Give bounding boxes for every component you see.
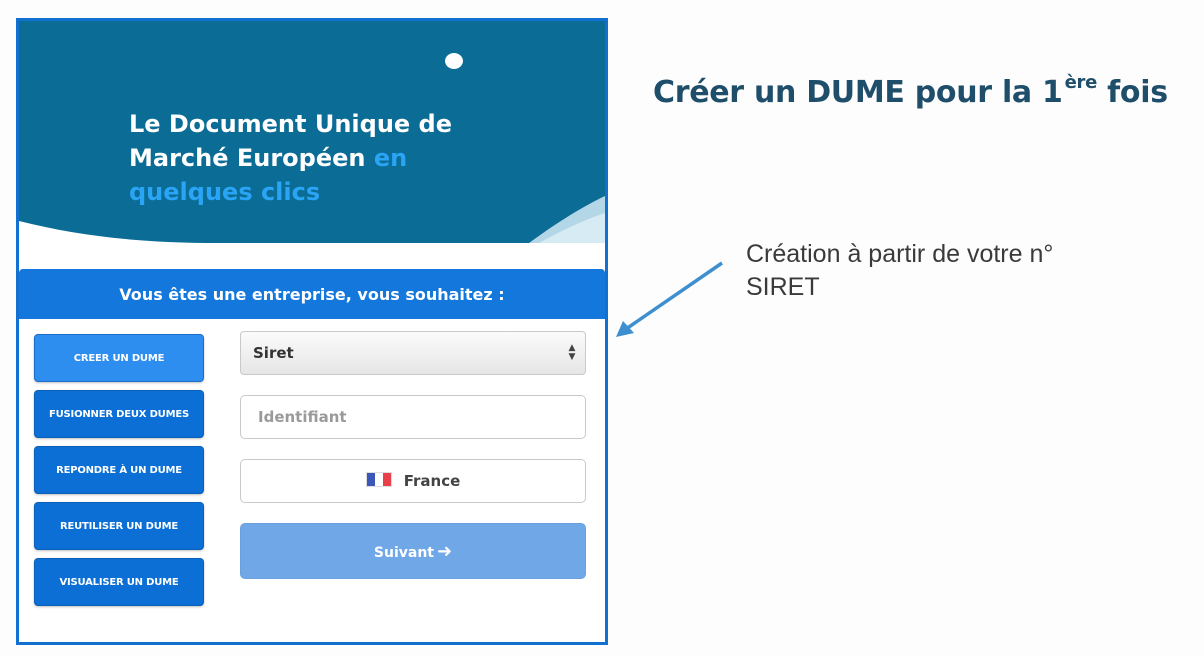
- creation-form: Siret ▲ ▼ Identifiant France Suivant ➜: [240, 331, 586, 579]
- identifier-input[interactable]: Identifiant: [240, 395, 586, 439]
- slide-title-end: fois: [1107, 75, 1168, 110]
- action-menu: CREER UN DUME FUSIONNER DEUX DUMES REPON…: [34, 334, 206, 614]
- identifier-placeholder: Identifiant: [258, 408, 347, 426]
- next-button[interactable]: Suivant ➜: [240, 523, 586, 579]
- pointer-arrow-icon: [616, 261, 723, 337]
- hero-title: Le Document Unique de Marché Européen en…: [129, 107, 529, 209]
- select-arrows-icon: ▲ ▼: [568, 343, 576, 362]
- france-flag-icon: [365, 472, 392, 487]
- hero-banner: Le Document Unique de Marché Européen en…: [19, 21, 605, 243]
- app-screenshot-frame: Le Document Unique de Marché Européen en…: [16, 18, 608, 645]
- panel-header: Vous êtes une entreprise, vous souhaitez…: [19, 269, 605, 319]
- reuse-dume-button[interactable]: REUTILISER UN DUME: [34, 502, 204, 550]
- slide-title: Créer un DUME pour la 1 ère fois: [653, 72, 1168, 110]
- slide-caption: Création à partir de votre n° SIRET: [746, 240, 1054, 301]
- slide-title-text: Créer un DUME pour la 1: [653, 75, 1063, 110]
- country-label: France: [403, 472, 461, 490]
- create-dume-button[interactable]: CREER UN DUME: [34, 334, 204, 382]
- next-button-label: Suivant: [373, 545, 434, 561]
- id-type-select[interactable]: Siret ▲ ▼: [240, 331, 586, 375]
- slide-title-superscript: ère: [1064, 72, 1098, 93]
- hero-dot: [445, 53, 463, 69]
- country-selector[interactable]: France: [240, 459, 586, 503]
- arrow-right-icon: ➜: [437, 541, 453, 562]
- id-type-selected-value: Siret: [253, 344, 294, 362]
- merge-dumes-button[interactable]: FUSIONNER DEUX DUMES: [34, 390, 204, 438]
- respond-dume-button[interactable]: REPONDRE À UN DUME: [34, 446, 204, 494]
- view-dume-button[interactable]: VISUALISER UN DUME: [34, 558, 204, 606]
